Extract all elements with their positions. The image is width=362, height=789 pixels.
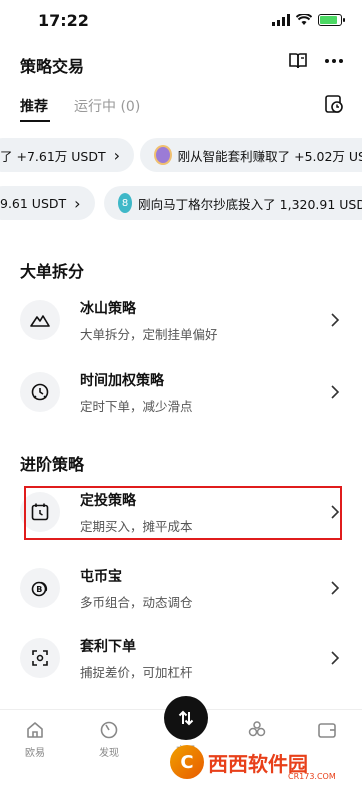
signal-icon — [272, 14, 290, 26]
wifi-icon — [296, 14, 312, 25]
header-actions — [288, 52, 344, 70]
history-icon[interactable] — [324, 94, 344, 114]
status-time: 17:22 — [38, 11, 89, 30]
ticker-row-2: 9.61 USDT › 8 刚向马丁格尔抄底投入了 1,320.91 USD — [0, 186, 362, 220]
item-title: 冰山策略 — [80, 301, 136, 317]
trade-icon — [178, 710, 194, 726]
status-icons — [272, 14, 345, 26]
ticker-pill[interactable]: 了 +7.61万 USDT › — [0, 138, 135, 172]
book-icon[interactable] — [288, 52, 308, 70]
section-title: 进阶策略 — [20, 455, 85, 474]
ticker-row-1: 了 +7.61万 USDT › 刚从智能套利赚取了 +5.02万 US — [0, 138, 362, 172]
strategy-item-twap[interactable]: 时间加权策略 定时下单，减少滑点 — [18, 364, 344, 426]
chevron-right-icon — [331, 651, 340, 665]
calendar-clock-icon — [20, 492, 60, 532]
chevron-right-icon — [331, 505, 340, 519]
nav-item-discover[interactable]: 发现 — [84, 720, 134, 759]
item-subtitle: 定期买入，摊平成本 — [80, 519, 193, 534]
tab-running[interactable]: 运行中 (0) — [74, 96, 140, 116]
chevron-right-icon: › — [113, 145, 121, 165]
strategy-item-coin-bao[interactable]: B 屯币宝 多币组合，动态调仓 — [18, 560, 344, 622]
nav-item-earn[interactable] — [232, 720, 282, 744]
chevron-right-icon — [331, 313, 340, 327]
chevron-right-icon — [331, 581, 340, 595]
earn-icon — [248, 721, 266, 737]
item-title: 时间加权策略 — [80, 373, 164, 389]
nav-item-wallet[interactable] — [302, 720, 352, 744]
strategy-item-arbitrage[interactable]: 套利下单 捕捉差价，可加杠杆 — [18, 630, 344, 692]
arbitrage-icon — [20, 638, 60, 678]
more-icon[interactable] — [324, 58, 344, 64]
ticker-pill[interactable]: 刚从智能套利赚取了 +5.02万 US — [140, 138, 362, 172]
strategy-item-dca[interactable]: 定投策略 定期买入，摊平成本 — [18, 484, 344, 546]
watermark: C 西西软件园 CR173.COM — [170, 742, 360, 782]
ticker-text: 刚向马丁格尔抄底投入了 1,320.91 USD — [138, 196, 362, 212]
ticker-text: 刚从智能套利赚取了 +5.02万 US — [177, 148, 362, 164]
chevron-right-icon: › — [74, 193, 81, 213]
watermark-logo: C — [170, 745, 204, 779]
watermark-sub: CR173.COM — [288, 772, 336, 781]
svg-text:B: B — [36, 585, 42, 594]
item-subtitle: 大单拆分，定制挂单偏好 — [80, 327, 218, 342]
nav-item-home[interactable]: 欧易 — [10, 720, 60, 759]
ticker-text: 了 +7.61万 USDT — [0, 148, 106, 164]
page-title: 策略交易 — [20, 57, 85, 76]
clock-icon — [20, 372, 60, 412]
nav-label: 欧易 — [25, 748, 45, 759]
nav-label: 发现 — [99, 748, 119, 759]
section-title: 大单拆分 — [20, 262, 85, 281]
item-subtitle: 定时下单，减少滑点 — [80, 399, 193, 414]
mountain-icon — [20, 300, 60, 340]
ticker-text: 9.61 USDT — [0, 195, 67, 211]
item-subtitle: 多币组合，动态调仓 — [80, 595, 193, 610]
header: 策略交易 — [0, 44, 362, 84]
tab-underline — [20, 120, 50, 122]
coin-icon: 8 — [118, 193, 133, 213]
item-title: 屯币宝 — [80, 569, 122, 585]
coin-icon — [154, 145, 172, 165]
item-title: 套利下单 — [80, 639, 136, 655]
tab-recommended[interactable]: 推荐 — [20, 96, 48, 116]
item-subtitle: 捕捉差价，可加杠杆 — [80, 665, 193, 680]
coin-stack-icon: B — [20, 568, 60, 608]
ticker-pill[interactable]: 9.61 USDT › — [0, 186, 95, 220]
discover-icon — [100, 721, 118, 739]
battery-icon — [318, 14, 345, 26]
ticker-pill[interactable]: 8 刚向马丁格尔抄底投入了 1,320.91 USD — [104, 186, 362, 220]
strategy-item-iceberg[interactable]: 冰山策略 大单拆分，定制挂单偏好 — [18, 292, 344, 354]
tab-bar: 推荐 运行中 (0) — [0, 90, 362, 130]
chevron-right-icon — [331, 385, 340, 399]
item-title: 定投策略 — [80, 493, 136, 509]
trade-button[interactable] — [164, 696, 208, 740]
home-icon — [27, 722, 43, 738]
status-bar: 17:22 — [0, 0, 362, 44]
wallet-icon — [318, 723, 336, 738]
